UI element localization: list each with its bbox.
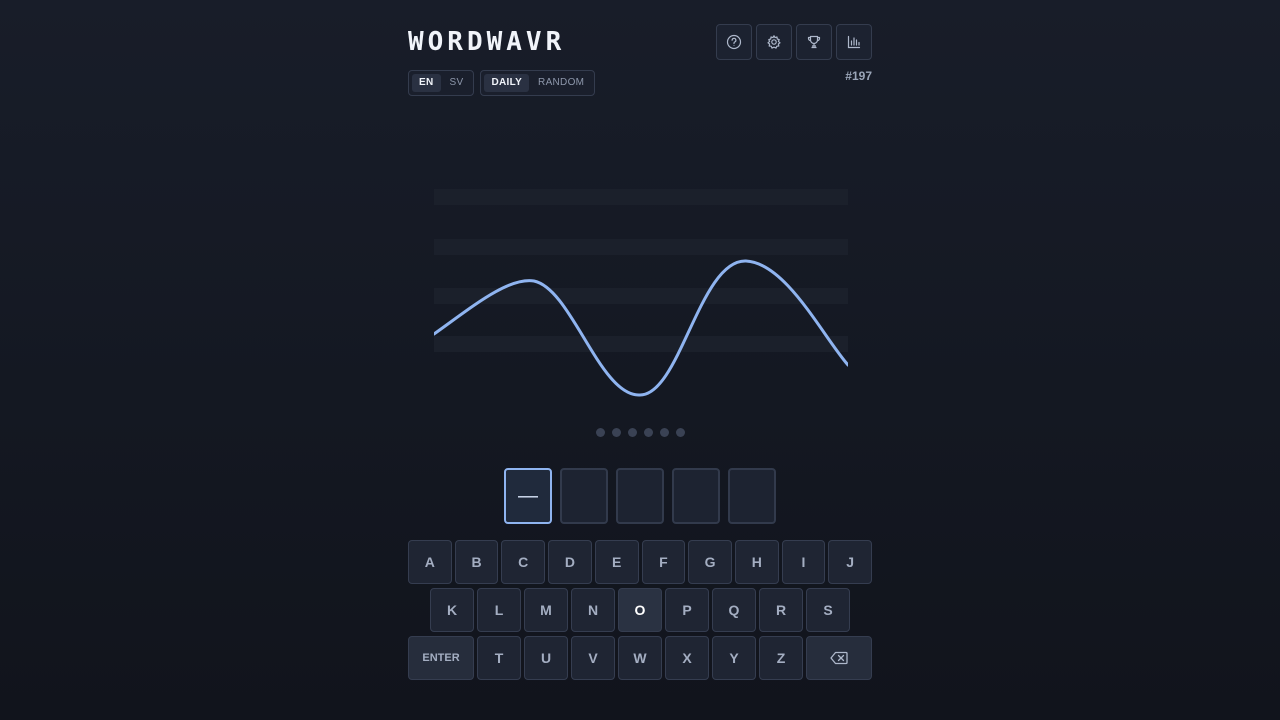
attempt-dot	[627, 428, 637, 437]
key-l[interactable]: L	[477, 588, 521, 632]
backspace-key[interactable]	[806, 636, 872, 680]
mode-option-random[interactable]: RANDOM	[531, 74, 591, 92]
game-mode-toggle: DAILY RANDOM	[480, 70, 596, 96]
keyboard-row-1: A B C D E F G H I J	[407, 540, 873, 584]
wave-guide-line	[434, 239, 848, 255]
stats-icon	[847, 35, 861, 49]
answer-slot[interactable]: —	[504, 468, 552, 524]
answer-slot[interactable]	[616, 468, 664, 524]
key-y[interactable]: Y	[712, 636, 756, 680]
help-icon	[726, 34, 742, 50]
key-a[interactable]: A	[407, 540, 452, 584]
key-r[interactable]: R	[759, 588, 803, 632]
key-x[interactable]: X	[665, 636, 709, 680]
key-j[interactable]: J	[828, 540, 873, 584]
key-d[interactable]: D	[548, 540, 592, 584]
settings-button[interactable]	[756, 24, 792, 60]
answer-slot[interactable]	[728, 468, 776, 524]
wave-guide-line	[434, 189, 848, 205]
trophy-icon	[807, 35, 821, 49]
keyboard-row-3: ENTER T U V W X Y Z	[408, 636, 872, 680]
wave-guide-line	[434, 336, 848, 352]
word-wave-graphic	[434, 189, 848, 397]
key-u[interactable]: U	[524, 636, 568, 680]
key-z[interactable]: Z	[759, 636, 803, 680]
attempt-dot	[595, 428, 605, 437]
key-o[interactable]: O	[618, 588, 662, 632]
answer-slot[interactable]	[560, 468, 608, 524]
key-i[interactable]: I	[781, 540, 826, 584]
attempt-dots	[408, 428, 872, 437]
key-v[interactable]: V	[571, 636, 615, 680]
key-m[interactable]: M	[524, 588, 568, 632]
key-h[interactable]: H	[734, 540, 779, 584]
achievements-button[interactable]	[796, 24, 832, 60]
key-k[interactable]: K	[430, 588, 474, 632]
help-button[interactable]	[716, 24, 752, 60]
key-c[interactable]: C	[501, 540, 546, 584]
key-q[interactable]: Q	[712, 588, 756, 632]
key-t[interactable]: T	[477, 636, 521, 680]
game-container: WORDWAVR #197 EN SV DAILY RANDOM — A B C…	[407, 0, 873, 720]
attempt-dot	[643, 428, 653, 437]
header-icon-bar	[716, 24, 872, 60]
key-p[interactable]: P	[665, 588, 709, 632]
key-s[interactable]: S	[806, 588, 850, 632]
wave-curve	[434, 259, 848, 397]
keyboard-row-2: K L M N O P Q R S	[408, 588, 872, 632]
key-b[interactable]: B	[454, 540, 499, 584]
key-g[interactable]: G	[688, 540, 732, 584]
key-e[interactable]: E	[594, 540, 639, 584]
key-f[interactable]: F	[641, 540, 686, 584]
mode-option-daily[interactable]: DAILY	[484, 74, 530, 92]
language-option-en[interactable]: EN	[412, 74, 441, 92]
gear-icon	[767, 35, 781, 49]
app-title: WORDWAVR	[408, 27, 566, 57]
stats-button[interactable]	[836, 24, 872, 60]
mode-toggles: EN SV DAILY RANDOM	[408, 70, 596, 96]
language-toggle: EN SV	[408, 70, 475, 96]
attempt-dot	[675, 428, 685, 437]
attempt-dot	[611, 428, 621, 437]
key-n[interactable]: N	[571, 588, 615, 632]
answer-slots: —	[408, 468, 872, 524]
language-option-sv[interactable]: SV	[443, 74, 471, 92]
enter-key[interactable]: ENTER	[408, 636, 474, 680]
backspace-icon	[830, 651, 848, 665]
attempt-dot	[659, 428, 669, 437]
puzzle-number: #197	[845, 69, 872, 83]
key-w[interactable]: W	[618, 636, 662, 680]
answer-slot[interactable]	[672, 468, 720, 524]
